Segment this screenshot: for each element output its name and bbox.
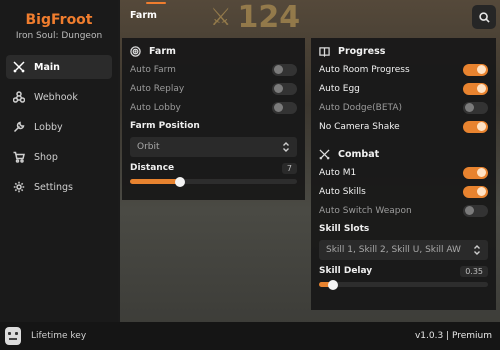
sidebar-nav: Main Webhook Lobby Shop Settings [0, 55, 118, 199]
auto-dodge-toggle[interactable] [463, 101, 488, 114]
brand: BigFroot Iron Soul: Dungeon [0, 0, 118, 41]
sidebar: BigFroot Iron Soul: Dungeon Main Webhook… [0, 0, 118, 322]
auto-egg-row: Auto Egg [311, 79, 496, 98]
avatar [5, 327, 21, 345]
auto-replay-toggle[interactable] [272, 82, 297, 95]
farm-section-header: Farm [122, 42, 305, 60]
auto-skills-toggle[interactable] [463, 185, 488, 198]
distance-label: Distance [130, 163, 175, 173]
wrench-icon [13, 121, 25, 133]
sidebar-item-label: Shop [34, 151, 58, 163]
no-camera-shake-row: No Camera Shake [311, 117, 496, 136]
progress-combat-panel: Progress Auto Room Progress Auto Egg Aut… [311, 38, 496, 310]
webhook-icon [13, 91, 25, 103]
auto-dodge-row: Auto Dodge(BETA) [311, 98, 496, 117]
distance-value: 7 [281, 162, 297, 174]
auto-dodge-label: Auto Dodge(BETA) [319, 102, 402, 113]
tab-active-indicator [146, 2, 166, 4]
progress-section-header: Progress [311, 42, 496, 60]
license-label: Lifetime key [31, 331, 87, 341]
tab-farm[interactable]: Farm [130, 10, 157, 21]
no-camera-shake-toggle[interactable] [463, 120, 488, 133]
crossed-swords-icon [319, 148, 330, 160]
skill-delay-slider[interactable] [319, 279, 488, 290]
chevron-up-down-icon [474, 245, 480, 255]
skill-delay-header: Skill Delay 0.35 [311, 263, 496, 279]
auto-room-progress-row: Auto Room Progress [311, 60, 496, 79]
skill-delay-value: 0.35 [460, 265, 488, 277]
farm-position-value: Orbit [137, 142, 160, 152]
auto-switch-weapon-toggle[interactable] [463, 204, 488, 217]
search-button[interactable] [472, 5, 496, 29]
combat-section-title: Combat [338, 148, 380, 160]
distance-slider-handle[interactable] [175, 176, 186, 187]
skill-delay-slider-handle[interactable] [327, 279, 338, 290]
sidebar-item-label: Webhook [34, 91, 78, 103]
sidebar-item-settings[interactable]: Settings [6, 175, 112, 199]
auto-replay-label: Auto Replay [130, 83, 185, 94]
combat-section-header: Combat [311, 145, 496, 163]
auto-lobby-row: Auto Lobby [122, 98, 305, 117]
distance-header: Distance 7 [122, 160, 305, 176]
farm-panel: Farm Auto Farm Auto Replay Auto Lobby Fa… [122, 38, 305, 200]
topbar: Farm [118, 0, 500, 34]
auto-farm-toggle[interactable] [272, 63, 297, 76]
auto-skills-label: Auto Skills [319, 186, 366, 197]
distance-slider[interactable] [130, 176, 297, 187]
farm-position-label: Farm Position [130, 121, 200, 131]
auto-switch-weapon-row: Auto Switch Weapon [311, 201, 496, 220]
auto-room-progress-toggle[interactable] [463, 63, 488, 76]
sidebar-item-webhook[interactable]: Webhook [6, 85, 112, 109]
auto-m1-label: Auto M1 [319, 167, 357, 178]
auto-egg-label: Auto Egg [319, 83, 360, 94]
crossed-swords-icon [13, 61, 25, 73]
sidebar-item-label: Settings [34, 181, 73, 193]
farm-position-select[interactable]: Orbit [130, 137, 297, 157]
skill-slots-label: Skill Slots [319, 224, 370, 234]
cart-icon [13, 151, 25, 163]
auto-lobby-toggle[interactable] [272, 101, 297, 114]
sidebar-item-label: Lobby [34, 121, 63, 133]
version-label: v1.0.3 | Premium [414, 331, 492, 341]
sidebar-item-label: Main [34, 61, 60, 73]
farm-section-title: Farm [149, 45, 176, 57]
auto-skills-row: Auto Skills [311, 182, 496, 201]
sidebar-item-main[interactable]: Main [6, 55, 112, 79]
target-icon [130, 45, 141, 57]
auto-egg-toggle[interactable] [463, 82, 488, 95]
gear-icon [13, 181, 25, 193]
brand-title: BigFroot [25, 12, 93, 28]
auto-farm-label: Auto Farm [130, 64, 176, 75]
skill-slots-value: Skill 1, Skill 2, Skill U, Skill AW [326, 245, 461, 255]
chevron-up-down-icon [283, 142, 289, 152]
auto-switch-weapon-label: Auto Switch Weapon [319, 205, 412, 216]
no-camera-shake-label: No Camera Shake [319, 121, 400, 132]
search-icon [478, 11, 490, 23]
brand-subtitle: Iron Soul: Dungeon [15, 31, 103, 41]
auto-replay-row: Auto Replay [122, 79, 305, 98]
license-info: Lifetime key [5, 327, 86, 345]
skill-slots-select[interactable]: Skill 1, Skill 2, Skill U, Skill AW [319, 240, 488, 260]
distance-slider-fill [130, 179, 181, 184]
auto-lobby-label: Auto Lobby [130, 102, 181, 113]
sidebar-item-lobby[interactable]: Lobby [6, 115, 112, 139]
auto-m1-row: Auto M1 [311, 163, 496, 182]
book-icon [319, 46, 330, 57]
footer-bar: Lifetime key v1.0.3 | Premium [0, 322, 500, 350]
progress-section-title: Progress [338, 45, 386, 57]
auto-m1-toggle[interactable] [463, 166, 488, 179]
skill-delay-label: Skill Delay [319, 266, 373, 276]
auto-farm-row: Auto Farm [122, 60, 305, 79]
sidebar-item-shop[interactable]: Shop [6, 145, 112, 169]
auto-room-progress-label: Auto Room Progress [319, 64, 410, 75]
